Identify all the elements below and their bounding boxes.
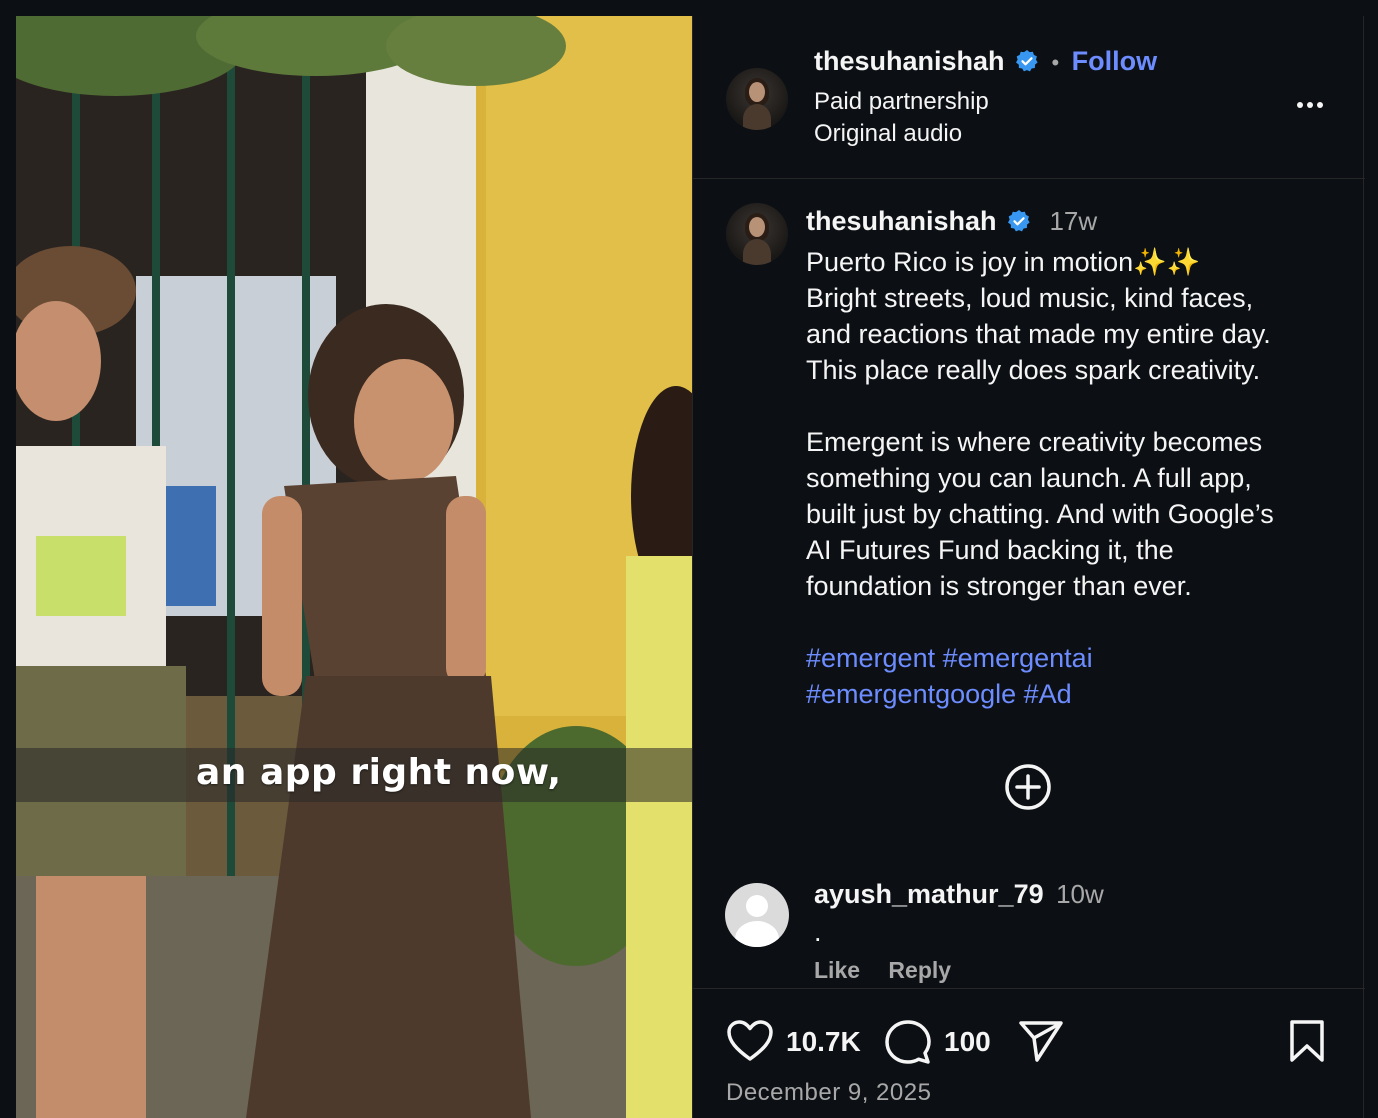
comment-icon[interactable] — [885, 1019, 931, 1065]
verified-badge-icon — [1007, 210, 1030, 232]
video-caption-text: an app right now, — [196, 752, 562, 793]
author-avatar[interactable] — [726, 68, 788, 130]
video-frame — [16, 16, 692, 1118]
comment-age: 10w — [1056, 879, 1104, 909]
post-header: thesuhanishah • Follow Paid partnership … — [693, 16, 1365, 179]
caption-line: Puerto Rico is joy in motion✨✨ — [806, 247, 1201, 277]
comment-text: . — [814, 917, 822, 947]
caption-author-avatar[interactable] — [726, 203, 788, 265]
caption-line: something you can launch. A full app, — [806, 463, 1252, 493]
post-date[interactable]: December 9, 2025 — [726, 1079, 931, 1107]
caption-line: Bright streets, loud music, kind faces, — [806, 283, 1254, 313]
separator-dot: • — [1051, 50, 1060, 75]
commenter-avatar[interactable] — [725, 883, 789, 947]
caption-line: Emergent is where creativity becomes — [806, 427, 1263, 457]
follow-button[interactable]: Follow — [1072, 46, 1157, 76]
author-username[interactable]: thesuhanishah — [814, 46, 1005, 76]
post-detail-panel: thesuhanishah • Follow Paid partnership … — [692, 16, 1365, 1118]
post-media-video[interactable]: an app right now, — [16, 16, 692, 1118]
paid-partnership-label[interactable]: Paid partnership — [814, 86, 989, 118]
verified-badge-icon — [1015, 50, 1038, 72]
comment-item: ayush_mathur_79 10w . Like Reply — [693, 865, 1365, 985]
post-caption: thesuhanishah 17w Puerto Rico is joy in … — [806, 203, 1346, 712]
comments-count[interactable]: 100 — [944, 1026, 991, 1058]
hashtags-line[interactable]: #emergent #emergentai — [806, 640, 1346, 676]
commenter-username[interactable]: ayush_mathur_79 — [814, 879, 1044, 909]
likes-count[interactable]: 10.7K — [786, 1026, 861, 1058]
original-audio-link[interactable]: Original audio — [814, 118, 962, 150]
more-horizontal-icon[interactable] — [1295, 82, 1325, 116]
comment-reply-button[interactable]: Reply — [888, 957, 951, 983]
caption-line: This place really does spark creativity. — [806, 355, 1261, 385]
heart-icon[interactable] — [726, 1019, 774, 1063]
caption-line: built just by chatting. And with Google’… — [806, 499, 1274, 529]
post-age[interactable]: 17w — [1049, 206, 1097, 236]
share-paper-plane-icon[interactable] — [1018, 1019, 1064, 1063]
caption-line — [806, 388, 1346, 424]
comment-like-button[interactable]: Like — [814, 957, 860, 983]
plus-circle-icon[interactable] — [1004, 763, 1052, 811]
caption-line: and reactions that made my entire day. — [806, 319, 1271, 349]
hashtags-line[interactable]: #emergentgoogle #Ad — [806, 676, 1346, 712]
caption-line: AI Futures Fund backing it, the — [806, 535, 1174, 565]
caption-username[interactable]: thesuhanishah — [806, 206, 997, 236]
bookmark-icon[interactable] — [1289, 1019, 1325, 1063]
caption-line: foundation is stronger than ever. — [806, 571, 1192, 601]
post-action-bar: 10.7K 100 December 9, 2025 — [693, 988, 1365, 1118]
